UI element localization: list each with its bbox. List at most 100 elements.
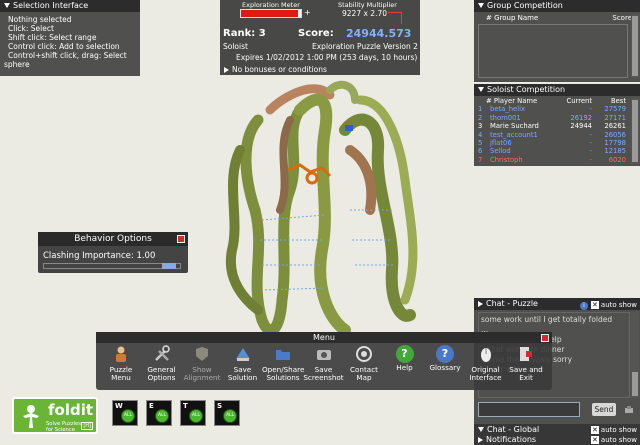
menu-item-general-options[interactable]: General Options [141,345,183,382]
menu-item-original-interface[interactable]: Original Interface [465,345,507,382]
foldit-logo[interactable]: foldit Solve Puzzles for Science [H] [12,397,98,434]
table-row[interactable]: 3 Marie Suchard 24944 26261 [478,122,630,130]
close-icon[interactable] [177,235,185,243]
stability-multiplier-label: Stability Multiplier [338,1,397,9]
group-competition-header[interactable]: Group Competition [474,0,640,12]
table-row[interactable]: 2 thom001 26192 27171 [478,114,630,122]
scroll-thumb[interactable] [632,100,638,162]
tool-button-t[interactable]: T ALL [180,400,206,426]
player-name: thom001 [490,113,521,122]
expand-icon [224,67,229,73]
foldit-tagline: Solve Puzzles for Science [46,421,81,433]
puzzle-menu-icon [100,345,142,366]
tool-all-label: ALL [155,409,169,423]
menu-item-contact-map[interactable]: Contact Map [343,345,385,382]
rank-number: 4 [478,130,483,139]
menu-item-label: Puzzle Menu [109,365,133,382]
chat-input[interactable] [478,402,580,417]
selection-line: Control+shift click, drag: Select [8,51,127,60]
current-score: 24944 [570,122,592,131]
score-panel: Exploration Meter + Stability Multiplier… [220,0,420,75]
group-scrollbar[interactable] [631,14,639,78]
soloist-competition-header[interactable]: Soloist Competition [474,84,640,96]
bonuses-toggle[interactable]: No bonuses or conditions [224,65,327,74]
chat-puzzle-header[interactable]: Chat - Puzzle i ✕ auto show [474,298,640,310]
soloist-scrollbar[interactable] [631,98,639,164]
tool-key: W [115,402,123,410]
menu-title[interactable]: Menu [96,332,552,343]
table-row[interactable]: 6 Sellod - 12185 [478,147,630,155]
menu-item-puzzle-menu[interactable]: Puzzle Menu [100,345,142,382]
collapse-icon [4,3,10,8]
player-name: Sellod [490,147,511,156]
info-icon[interactable]: i [579,302,588,310]
menu-item-help[interactable]: ? Help [384,345,426,372]
menu-item-save-screenshot[interactable]: Save Screenshot [303,345,345,382]
tool-key: E [149,402,154,410]
soloist-table-header: # Player Name Current Best [478,97,630,105]
soloist-table: # Player Name Current Best 1 beta_helix -2… [478,97,630,164]
tool-button-w[interactable]: W ALL [112,400,138,426]
exploration-meter-bar [240,9,302,18]
autoshow-checkbox[interactable]: ✕ [590,436,599,444]
slider-thumb[interactable] [162,263,176,269]
notifications-header[interactable]: Notifications ✕ auto show [474,435,640,445]
tool-button-s[interactable]: S ALL [214,400,240,426]
mouse-icon [465,345,507,366]
player-name: test_account1 [490,130,538,139]
best-score: 6020 [608,155,626,164]
table-row[interactable]: 4 test_account1 - 26056 [478,131,630,139]
behavior-options-panel: Behavior Options Clashing Importance: 1.… [38,232,188,273]
selection-line: sphere [4,60,30,69]
notifications-title: Notifications [486,435,537,444]
foldit-person-icon [23,405,39,428]
rank-number: 7 [478,155,483,164]
clashing-importance-slider[interactable] [43,263,181,269]
expand-icon [478,300,483,307]
selected-atom [345,125,353,131]
selection-header[interactable]: Selection Interface [0,0,140,12]
expires-label: Expires 1/02/2012 1:00 PM (253 days, 10 … [236,53,418,62]
autoshow-checkbox[interactable]: ✕ [590,301,599,309]
menu-item-label: Help [396,363,413,372]
exit-icon [505,345,547,366]
col-current: Current [566,97,592,105]
send-button[interactable]: Send [592,403,616,416]
col-best: Best [610,97,626,105]
menu-item-save-and-exit[interactable]: Save and Exit [505,345,547,382]
rank-number: 1 [478,105,483,114]
soloist-competition-title: Soloist Competition [487,85,566,94]
menu-item-label: Open/Share Solutions [262,365,305,382]
foldit-badge: [H] [81,422,93,430]
selection-line: Control click: Add to selection [8,42,120,51]
player-name: Marie Suchard [490,122,539,131]
current-score: - [589,130,592,139]
table-row[interactable]: 1 beta_helix - 27579 [478,105,630,113]
tool-all-label: ALL [223,409,237,423]
current-score: - [589,147,592,156]
behavior-options-title[interactable]: Behavior Options [38,232,188,246]
autoshow-checkbox[interactable]: ✕ [590,426,599,434]
menu-item-open-share-solutions[interactable]: Open/Share Solutions [262,345,304,382]
close-icon[interactable] [541,334,549,342]
bonuses-label: No bonuses or conditions [232,65,327,74]
tool-button-e[interactable]: E ALL [146,400,172,426]
save-solution-icon [222,345,264,366]
chat-scrollbar[interactable] [631,312,639,398]
menu-item-show-alignment[interactable]: Show Alignment [181,345,223,382]
menu-item-glossary[interactable]: ? Glossary [424,345,466,372]
scroll-thumb[interactable] [632,16,638,76]
rank-label: Rank: 3 [223,28,266,39]
best-score: 26056 [604,130,626,139]
chat-global-header[interactable]: Chat - Global ✕ auto show [474,424,640,435]
collapse-icon [478,3,484,8]
selection-line: Click: Select [8,24,54,33]
settings-icon[interactable] [624,405,634,415]
table-row[interactable]: 5 jflat06 - 17798 [478,139,630,147]
table-row[interactable]: 7 Christoph - 6020 [478,156,630,164]
scroll-thumb[interactable] [632,372,638,396]
stability-bracket [388,12,402,24]
group-list[interactable] [478,24,628,78]
group-competition-panel: Group Competition # Group Name Score [474,0,640,82]
menu-item-save-solution[interactable]: Save Solution [222,345,264,382]
